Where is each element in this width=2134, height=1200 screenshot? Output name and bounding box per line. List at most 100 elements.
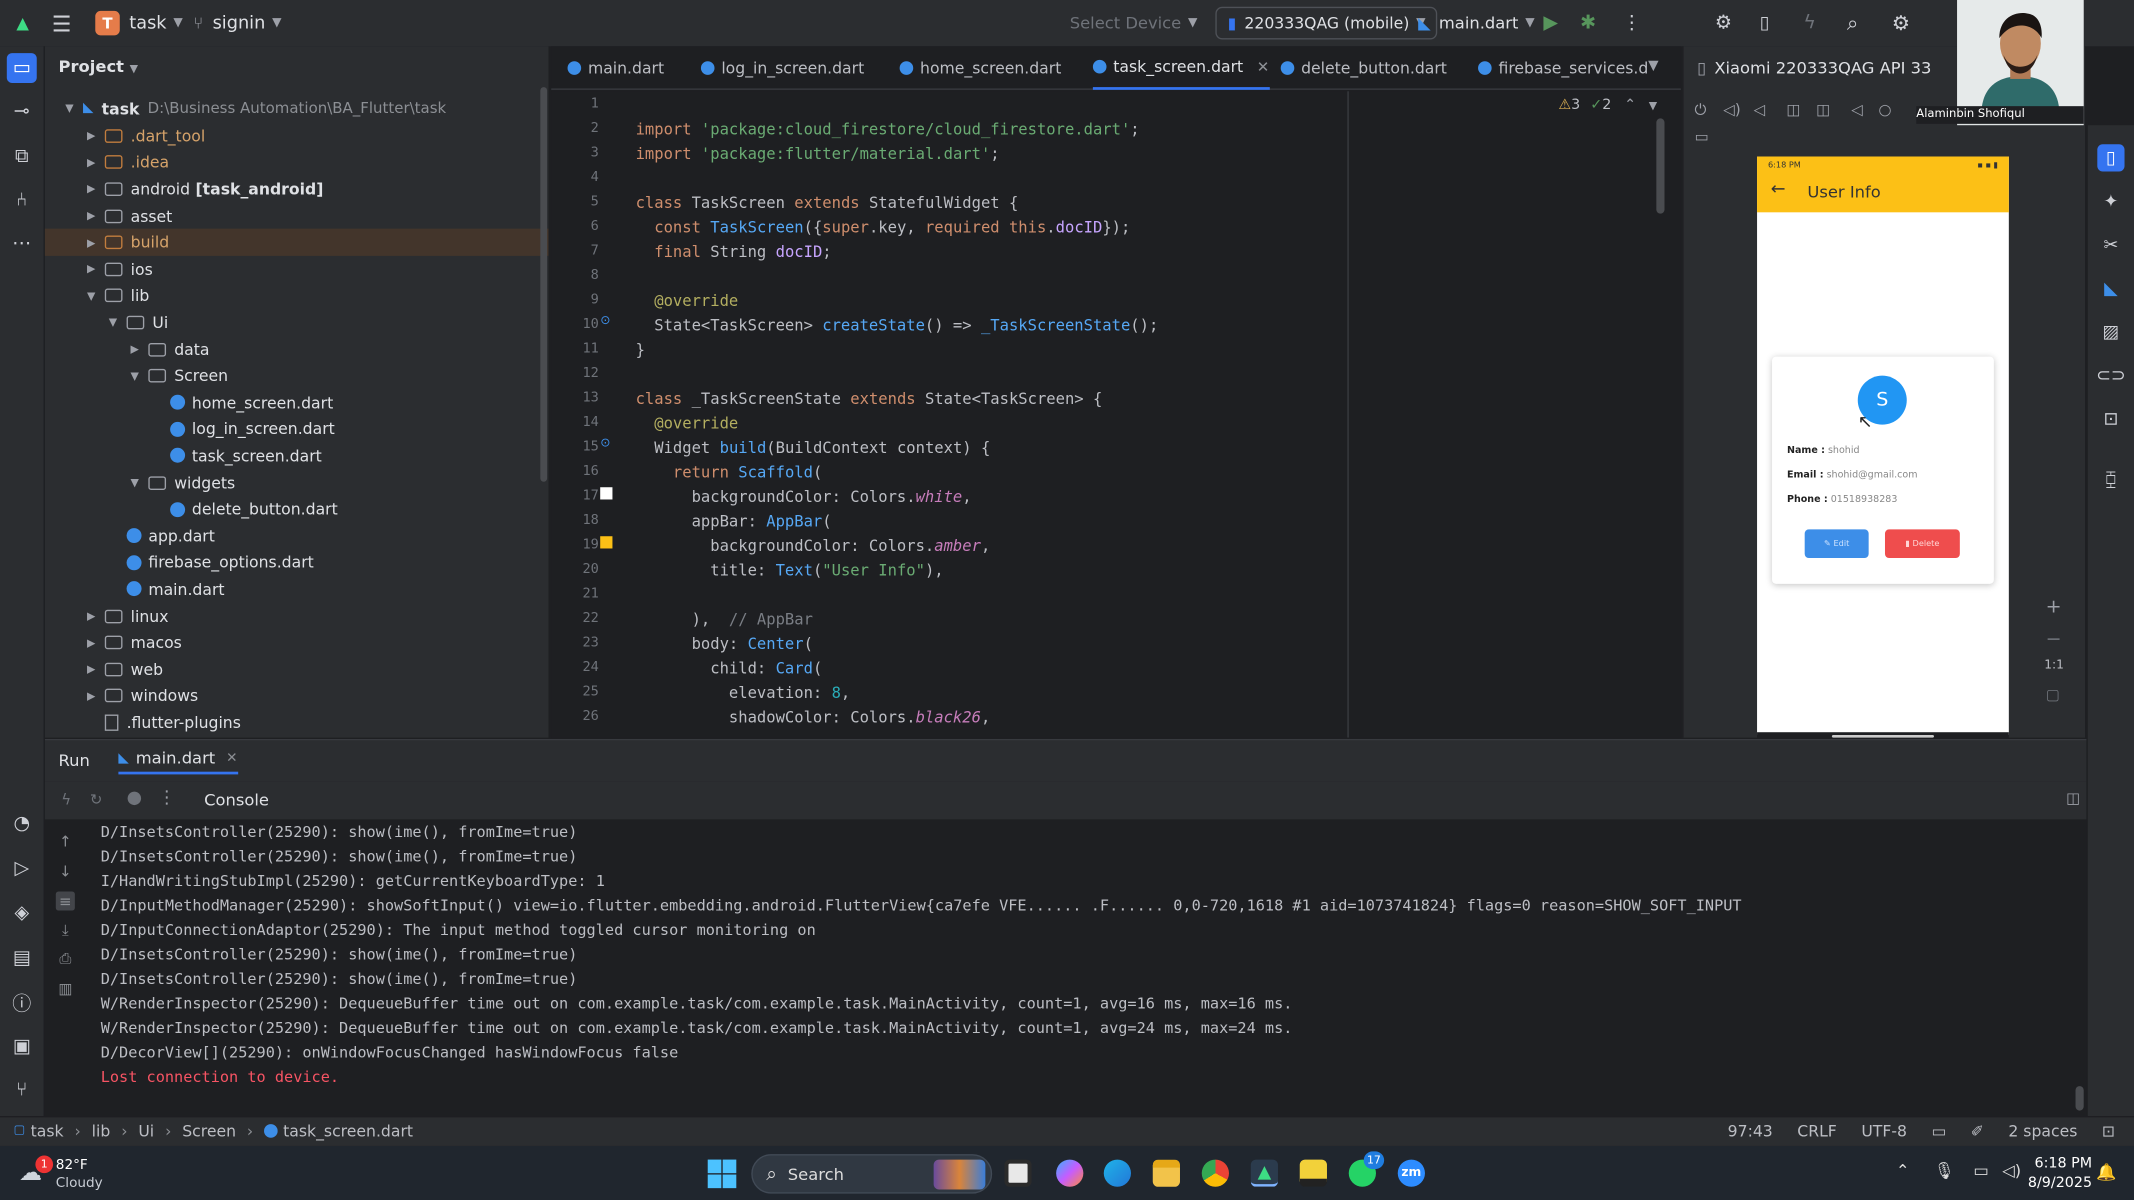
- chevron-up-icon[interactable]: ⌃: [1624, 97, 1636, 113]
- editor-scrollbar[interactable]: [1656, 118, 1665, 214]
- back-icon[interactable]: ◁: [1851, 101, 1863, 119]
- code-line[interactable]: appBar: AppBar(: [636, 512, 832, 531]
- task-view-icon[interactable]: [1004, 1159, 1032, 1187]
- stop-icon[interactable]: ●: [127, 788, 142, 808]
- editor-tab[interactable]: home_screen.dart: [899, 46, 1061, 90]
- select-device-dropdown[interactable]: Select Device ▼: [1070, 0, 1198, 46]
- hot-reload-icon[interactable]: ϟ: [61, 791, 71, 809]
- terminal-icon[interactable]: ▣: [7, 1032, 37, 1062]
- scroll-up-icon[interactable]: ↑: [56, 832, 75, 851]
- console-tab[interactable]: Console: [204, 791, 269, 810]
- chevron-right-icon[interactable]: ▶: [83, 236, 99, 248]
- tree-item[interactable]: ▼ lib: [45, 283, 549, 310]
- run-icon[interactable]: ▶: [1543, 0, 1558, 46]
- tree-item[interactable]: ▶ web: [45, 656, 549, 683]
- print-icon[interactable]: ⎙: [56, 950, 75, 969]
- rotate-left-icon[interactable]: ◫: [1786, 101, 1800, 119]
- code-line[interactable]: title: Text("User Info"),: [636, 561, 943, 580]
- code-line[interactable]: elevation: 8,: [636, 683, 850, 702]
- tree-item[interactable]: ▶ android [task_android]: [45, 176, 549, 203]
- code-line[interactable]: import 'package:cloud_firestore/cloud_fi…: [636, 120, 1140, 139]
- soft-wrap-icon[interactable]: ≡: [55, 891, 75, 911]
- tabs-overflow-chevron-icon[interactable]: ▼: [1648, 59, 1658, 74]
- override-gutter-icon[interactable]: ⊙: [600, 437, 610, 451]
- tree-item[interactable]: ▶ windows: [45, 683, 549, 710]
- edge-browser-icon[interactable]: [1103, 1159, 1131, 1187]
- chevron-down-icon[interactable]: ▼: [83, 290, 99, 302]
- color-swatch-white[interactable]: [600, 487, 613, 500]
- zoom-out-icon[interactable]: −: [2046, 629, 2062, 651]
- code-line[interactable]: @override: [636, 414, 738, 433]
- tree-item[interactable]: ▼ widgets: [45, 469, 549, 496]
- chevron-right-icon[interactable]: ▶: [83, 263, 99, 275]
- back-arrow-icon[interactable]: ←: [1771, 180, 1786, 200]
- gemini-icon[interactable]: ✦: [2097, 188, 2124, 215]
- clock[interactable]: 6:18 PM 8/9/2025: [2028, 1154, 2092, 1192]
- code-line[interactable]: }: [636, 340, 645, 359]
- tree-item[interactable]: task_screen.dart: [45, 443, 549, 470]
- commit-tool-icon[interactable]: ⊸: [7, 97, 37, 127]
- inspection-widget[interactable]: ⚠3 ✓2 ⌃ ▼: [1558, 97, 1657, 113]
- breadcrumb-item[interactable]: lib: [92, 1121, 111, 1140]
- code-line[interactable]: child: Card(: [636, 659, 822, 678]
- fit-screen-icon[interactable]: ▢: [2046, 686, 2060, 704]
- pull-requests-icon[interactable]: ⑃: [7, 185, 37, 215]
- tree-item[interactable]: ▶ build: [44, 229, 549, 256]
- emulator-link-icon[interactable]: ⊂⊃: [2096, 362, 2126, 389]
- database-inspector-icon[interactable]: ⧮: [2097, 465, 2124, 492]
- inspector-tools-icon[interactable]: ✂: [2097, 231, 2124, 258]
- tree-root[interactable]: ▼ ◣ task D:\Business Automation\BA_Flutt…: [45, 95, 549, 122]
- android-studio-icon[interactable]: ▲: [1250, 1159, 1278, 1187]
- scroll-to-end-icon[interactable]: ⤓: [56, 921, 75, 940]
- debug-icon[interactable]: ✱: [1580, 0, 1596, 46]
- layout-inspector-icon[interactable]: ⊡: [2097, 406, 2124, 433]
- windows-start-icon[interactable]: [707, 1159, 737, 1189]
- cursor-position[interactable]: 97:43: [1728, 1121, 1773, 1140]
- project-scrollbar[interactable]: [540, 87, 548, 482]
- tree-item[interactable]: ▼ Ui: [45, 309, 549, 336]
- code-line[interactable]: Widget build(BuildContext context) {: [636, 438, 990, 457]
- chevron-down-icon[interactable]: ▼: [105, 316, 121, 328]
- tree-item[interactable]: main.dart: [45, 576, 549, 603]
- chevron-right-icon[interactable]: ▶: [83, 130, 99, 142]
- tree-item[interactable]: ▶ macos: [45, 629, 549, 656]
- power-icon[interactable]: ⏻: [1694, 101, 1706, 119]
- problems-icon[interactable]: ⓘ: [7, 988, 37, 1018]
- zoom-actual-size[interactable]: 1:1: [2044, 659, 2064, 673]
- tree-item[interactable]: .flutter-plugins: [45, 709, 549, 736]
- phone-screen[interactable]: 6:18 PM ▪ ▪ ▮ ← User Info S Name : shohi…: [1757, 156, 2009, 735]
- tree-item[interactable]: home_screen.dart: [45, 389, 549, 416]
- readonly-toggle-icon[interactable]: ▭: [1931, 1121, 1946, 1140]
- tree-item[interactable]: ▶ linux: [45, 603, 549, 630]
- color-swatch-amber[interactable]: [600, 536, 613, 549]
- whatsapp-icon[interactable]: 17: [1348, 1151, 1385, 1187]
- layout-toggle-icon[interactable]: ◫: [2066, 789, 2080, 807]
- close-icon[interactable]: ✕: [1257, 58, 1270, 76]
- code-line[interactable]: final String docID;: [636, 242, 831, 261]
- chevron-right-icon[interactable]: ▶: [83, 690, 99, 702]
- flutter-inspector-icon[interactable]: ◔: [7, 808, 37, 838]
- more-tools-icon[interactable]: ⋯: [7, 229, 37, 259]
- code-line[interactable]: body: Center(: [636, 634, 813, 653]
- code-line[interactable]: ), // AppBar: [636, 610, 813, 629]
- services-icon[interactable]: ◈: [7, 898, 37, 928]
- code-style-icon[interactable]: ✐: [1971, 1121, 1984, 1140]
- hot-reload-icon[interactable]: ϟ: [1803, 0, 1816, 46]
- tree-item[interactable]: log_in_screen.dart: [45, 416, 549, 443]
- more-icon[interactable]: ⋮: [158, 788, 176, 808]
- code-line[interactable]: import 'package:flutter/material.dart';: [636, 144, 1000, 163]
- code-line[interactable]: backgroundColor: Colors.white,: [636, 487, 972, 506]
- gesture-pill[interactable]: [1831, 734, 1934, 738]
- logcat-icon[interactable]: ▤: [7, 943, 37, 973]
- restart-icon[interactable]: ↻: [90, 791, 103, 809]
- notifications-bell-icon[interactable]: 🔔: [2096, 1162, 2116, 1181]
- code-line[interactable]: class _TaskScreenState extends State<Tas…: [636, 389, 1103, 408]
- sync-icon[interactable]: ⚙: [1715, 0, 1732, 46]
- chevron-right-icon[interactable]: ▶: [83, 663, 99, 675]
- rotate-right-icon[interactable]: ◫: [1816, 101, 1830, 119]
- sticky-notes-icon[interactable]: [1299, 1159, 1327, 1187]
- copilot-icon[interactable]: [1056, 1159, 1084, 1187]
- tree-item[interactable]: ▶ ios: [45, 256, 549, 283]
- breadcrumb-item[interactable]: Screen: [182, 1121, 236, 1140]
- editor-tab[interactable]: task_screen.dart ✕: [1092, 46, 1270, 90]
